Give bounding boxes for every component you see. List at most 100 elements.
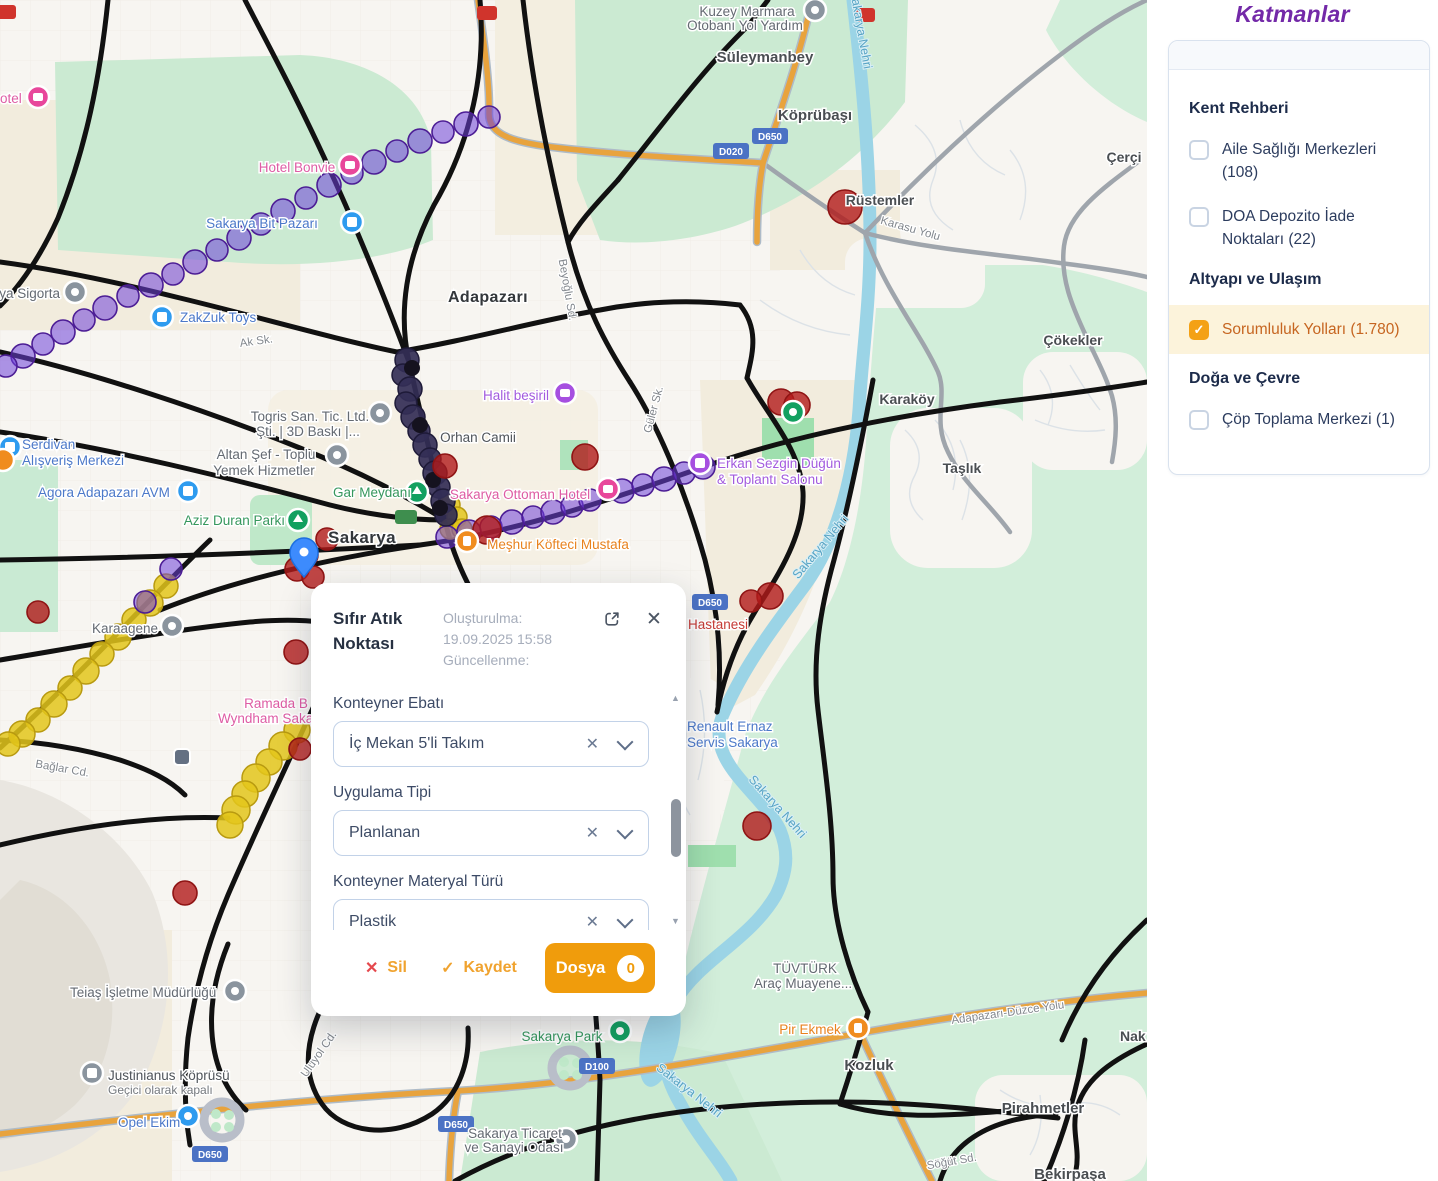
svg-text:Hotel Bonvie: Hotel Bonvie: [259, 160, 336, 175]
svg-text:Köprübaşı: Köprübaşı: [778, 107, 852, 124]
expand-icon[interactable]: [602, 609, 622, 629]
svg-text:Servis Sakarya: Servis Sakarya: [687, 735, 778, 750]
svg-text:Renault Ernaz: Renault Ernaz: [687, 719, 773, 734]
save-button[interactable]: ✓ Kaydet: [435, 957, 523, 979]
konteyner-ebati-select[interactable]: İç Mekan 5'li Takım ✕: [333, 721, 649, 767]
uygulama-tipi-value: Planlanan: [349, 824, 580, 842]
svg-text:Pir Ekmek: Pir Ekmek: [779, 1022, 841, 1037]
chevron-down-icon[interactable]: [617, 912, 634, 929]
checkbox-unchecked-icon[interactable]: [1189, 410, 1209, 430]
scroll-down-icon[interactable]: ▼: [671, 917, 680, 926]
field-label-materyal-turu: Konteyner Materyal Türü: [333, 873, 649, 891]
save-label: Kaydet: [464, 959, 517, 977]
svg-text:Teiaş İşletme Müdürlüğü: Teiaş İşletme Müdürlüğü: [70, 985, 216, 1000]
checkbox-unchecked-icon[interactable]: [1189, 140, 1209, 160]
svg-text:ve Sanayi Odası: ve Sanayi Odası: [464, 1140, 563, 1155]
svg-text:Çerçi: Çerçi: [1106, 149, 1141, 165]
chevron-down-icon[interactable]: [617, 734, 634, 751]
shield-d650-3: D650: [192, 1146, 228, 1162]
created-value: 19.09.2025 15:58: [443, 629, 552, 650]
svg-text:Sakarya: Sakarya: [328, 528, 396, 547]
section-altyapi-ulasim: Altyapı ve Ulaşım: [1189, 271, 1409, 289]
svg-text:Aziz Duran Parkı: Aziz Duran Parkı: [184, 513, 285, 528]
shield-d100: D100: [579, 1058, 615, 1074]
file-label: Dosya: [556, 959, 606, 978]
popup-header: Sıfır Atık Noktası Oluşturulma: 19.09.20…: [311, 583, 686, 690]
shield-d020: D020: [713, 143, 749, 159]
clear-icon[interactable]: ✕: [580, 823, 605, 843]
svg-text:Kozluk: Kozluk: [844, 1057, 894, 1074]
file-button[interactable]: Dosya 0: [545, 943, 655, 993]
svg-text:Togris San. Tic. Ltd.: Togris San. Tic. Ltd.: [251, 409, 370, 424]
svg-text:TÜVTÜRK: TÜVTÜRK: [773, 961, 837, 976]
layer-label: Aile Sağlığı Merkezleri (108): [1222, 138, 1409, 185]
popup-scrollbar[interactable]: ▲ ▼: [668, 694, 683, 926]
station-marker-icon: [174, 749, 190, 765]
scroll-up-icon[interactable]: ▲: [671, 694, 680, 703]
field-label-uygulama-tipi: Uygulama Tipi: [333, 784, 649, 802]
svg-text:Sakarya Ticaret: Sakarya Ticaret: [468, 1126, 562, 1141]
svg-text:Justinianus Köprüsü: Justinianus Köprüsü: [108, 1068, 230, 1083]
svg-text:Agora Adapazarı AVM: Agora Adapazarı AVM: [38, 485, 170, 500]
delete-x-icon: ✕: [365, 958, 378, 978]
svg-text:Altan Şef - Toplu: Altan Şef - Toplu: [217, 447, 316, 462]
layer-label: Sorumluluk Yolları (1.780): [1222, 318, 1400, 341]
layer-label: Çöp Toplama Merkezi (1): [1222, 408, 1395, 431]
svg-text:Yemek Hizmetler: Yemek Hizmetler: [213, 463, 315, 478]
uygulama-tipi-select[interactable]: Planlanan ✕: [333, 810, 649, 856]
svg-text:Rüstemler: Rüstemler: [846, 192, 915, 208]
svg-text:& Toplantı Salonu: & Toplantı Salonu: [717, 472, 823, 487]
svg-text:Orhan Camii: Orhan Camii: [440, 430, 516, 445]
shield-green: [395, 510, 417, 524]
file-count-badge: 0: [617, 955, 644, 982]
delete-button[interactable]: ✕ Sil: [359, 957, 413, 979]
svg-text:D100: D100: [585, 1062, 609, 1073]
svg-text:ZakZuk Toys: ZakZuk Toys: [180, 310, 257, 325]
panel-title: Katmanlar: [1147, 1, 1438, 28]
svg-text:D020: D020: [719, 147, 743, 158]
svg-text:Araç Muayene...: Araç Muayene...: [754, 976, 852, 991]
layer-row-cop-toplama[interactable]: Çöp Toplama Merkezi (1): [1189, 408, 1409, 431]
svg-text:Halit beşiril: Halit beşiril: [483, 388, 549, 403]
popup-title: Sıfır Atık Noktası: [333, 607, 438, 656]
scrollbar-thumb[interactable]: [671, 799, 681, 857]
restaurant-marker-icon: [0, 449, 14, 471]
chevron-down-icon[interactable]: [617, 823, 634, 840]
svg-text:D650: D650: [758, 132, 782, 143]
konteyner-ebati-value: İç Mekan 5'li Takım: [349, 735, 580, 753]
delete-label: Sil: [387, 959, 407, 977]
svg-text:Gar Meydanı: Gar Meydanı: [333, 485, 411, 500]
shield-d650-2: D650: [692, 594, 728, 610]
svg-text:Nak: Nak: [1120, 1028, 1146, 1044]
svg-text:Çökekler: Çökekler: [1043, 332, 1103, 348]
layers-panel: Katmanlar Kent Rehberi Aile Sağlığı Merk…: [1147, 0, 1438, 1181]
layer-row-sorumluluk-yollari[interactable]: ✓ Sorumluluk Yolları (1.780): [1169, 305, 1429, 354]
svg-text:D650: D650: [444, 1120, 468, 1131]
svg-text:Sakarya Bit Pazarı: Sakarya Bit Pazarı: [206, 216, 318, 231]
clear-icon[interactable]: ✕: [580, 912, 605, 930]
checkbox-checked-icon[interactable]: ✓: [1189, 320, 1209, 340]
layer-row-doa-depozito[interactable]: DOA Depozito İade Noktaları (22): [1189, 205, 1409, 252]
checkbox-unchecked-icon[interactable]: [1189, 207, 1209, 227]
popup-footer: ✕ Sil ✓ Kaydet Dosya 0: [311, 930, 686, 1016]
svg-text:Karaköy: Karaköy: [879, 391, 934, 407]
svg-text:ya Sigorta: ya Sigorta: [0, 286, 60, 301]
svg-text:Geçici olarak kapalı: Geçici olarak kapalı: [108, 1083, 213, 1097]
svg-text:Süleymanbey: Süleymanbey: [717, 49, 814, 66]
layers-card: Kent Rehberi Aile Sağlığı Merkezleri (10…: [1168, 40, 1430, 475]
field-label-konteyner-ebati: Konteyner Ebatı: [333, 695, 649, 713]
save-check-icon: ✓: [441, 958, 454, 978]
svg-text:Hastanesi: Hastanesi: [688, 617, 748, 632]
svg-text:otel: otel: [0, 91, 22, 106]
updated-label: Güncellenme:: [443, 650, 552, 671]
layer-row-aile-sagligi[interactable]: Aile Sağlığı Merkezleri (108): [1189, 138, 1409, 185]
svg-text:Kuzey Marmara: Kuzey Marmara: [699, 4, 795, 19]
clear-icon[interactable]: ✕: [580, 734, 605, 754]
close-icon[interactable]: ✕: [644, 609, 664, 629]
created-label: Oluşturulma:: [443, 608, 552, 629]
popup-form-scroll-area[interactable]: Konteyner Ebatı İç Mekan 5'li Takım ✕ Uy…: [311, 690, 686, 930]
materyal-turu-value: Plastik: [349, 913, 580, 930]
materyal-turu-select[interactable]: Plastik ✕: [333, 899, 649, 930]
feature-popup: Sıfır Atık Noktası Oluşturulma: 19.09.20…: [311, 583, 686, 1016]
svg-text:Serdivan: Serdivan: [22, 437, 75, 452]
